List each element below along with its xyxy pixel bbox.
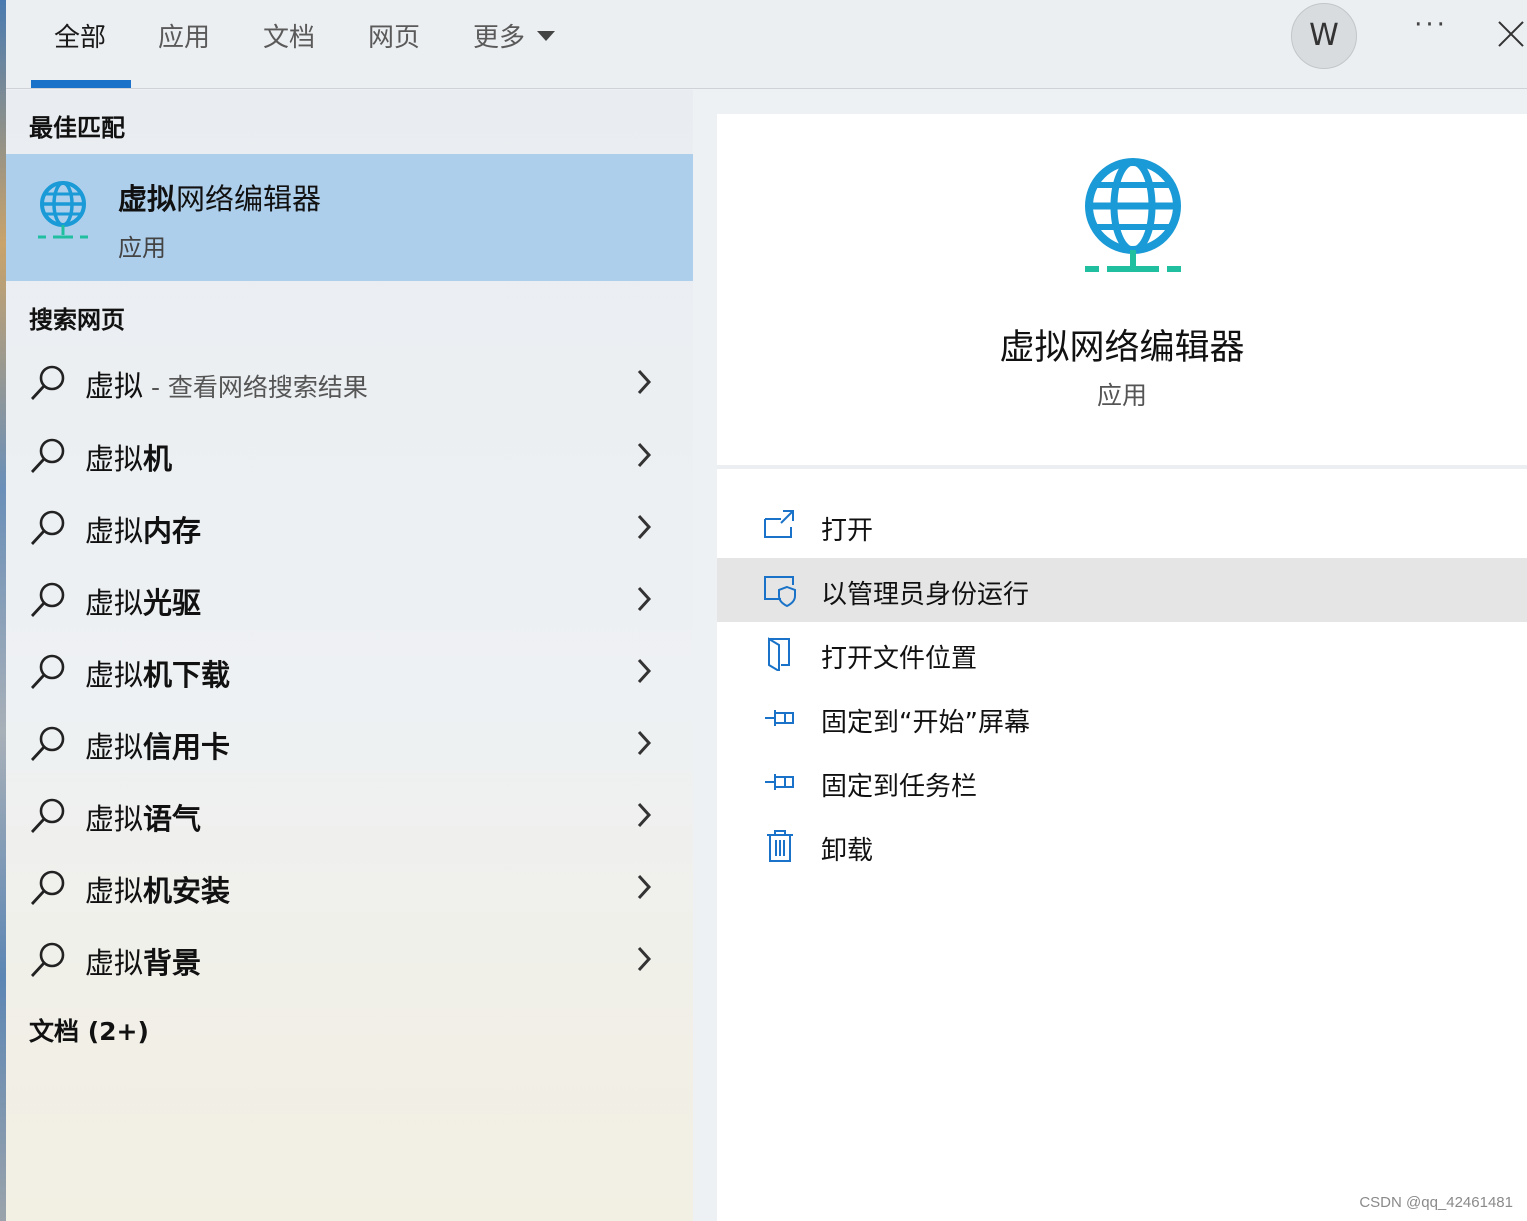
web-result-row[interactable]: 虚拟机: [6, 420, 693, 490]
documents-heading[interactable]: 文档 (2+): [29, 1012, 149, 1048]
pin-to-taskbar-action[interactable]: 固定到任务栏: [717, 750, 1527, 814]
open-window-icon: [764, 510, 794, 538]
web-result-row[interactable]: 虚拟光驱: [6, 564, 693, 634]
tab-documents[interactable]: 文档: [263, 18, 315, 58]
best-match-subtitle: 应用: [118, 234, 166, 262]
search-icon: [30, 798, 65, 833]
web-result-row[interactable]: 虚拟内存: [6, 492, 693, 562]
trash-icon: [767, 830, 793, 862]
pin-icon: [765, 710, 794, 726]
action-label: 打开文件位置: [821, 644, 978, 674]
detail-pane: 虚拟网络编辑器 应用 打开 以管理员身份运行 打开文件位置 固定到“开始”屏幕: [717, 114, 1527, 1221]
chevron-down-icon: [537, 30, 556, 41]
web-result-label: 虚拟背景: [85, 946, 202, 980]
chevron-right-icon: [637, 369, 652, 395]
web-result-label: 虚拟信用卡: [85, 730, 231, 764]
open-file-location-action[interactable]: 打开文件位置: [717, 622, 1527, 686]
search-icon: [30, 510, 65, 545]
web-result-label: 虚拟机下载: [85, 658, 231, 692]
close-icon[interactable]: [1490, 14, 1527, 54]
globe-network-icon: [38, 181, 88, 239]
search-icon: [30, 870, 65, 905]
tab-all[interactable]: 全部: [54, 18, 106, 58]
best-match-title: 虚拟网络编辑器: [118, 182, 322, 216]
open-action[interactable]: 打开: [717, 494, 1527, 558]
web-result-row[interactable]: 虚拟信用卡: [6, 708, 693, 778]
action-label: 卸载: [821, 836, 874, 866]
uninstall-action[interactable]: 卸载: [717, 814, 1527, 878]
search-icon: [30, 942, 65, 977]
web-result-label: 虚拟内存: [85, 514, 202, 548]
web-search-heading: 搜索网页: [29, 306, 125, 334]
app-detail-header: 虚拟网络编辑器 应用: [717, 114, 1527, 464]
search-icon: [30, 654, 65, 689]
tab-more[interactable]: 更多: [473, 18, 556, 58]
chevron-right-icon: [637, 658, 652, 684]
divider: [717, 465, 1527, 469]
tab-more-label: 更多: [473, 23, 526, 53]
action-label: 固定到任务栏: [821, 772, 978, 802]
web-result-label: 虚拟机: [85, 442, 173, 476]
chevron-right-icon: [637, 514, 652, 540]
chevron-right-icon: [637, 586, 652, 612]
chevron-right-icon: [637, 730, 652, 756]
action-label: 固定到“开始”屏幕: [821, 708, 1030, 738]
tab-web[interactable]: 网页: [368, 18, 420, 58]
search-filter-bar: 全部 应用 文档 网页 更多 W ···: [6, 0, 1527, 89]
app-type: 应用: [1096, 381, 1147, 410]
shield-admin-icon: [764, 576, 796, 607]
web-result-row[interactable]: 虚拟机安装: [6, 852, 693, 922]
web-result-row[interactable]: 虚拟机下载: [6, 636, 693, 706]
web-result-row[interactable]: 虚拟语气: [6, 780, 693, 850]
chevron-right-icon: [637, 442, 652, 468]
pin-icon: [765, 774, 794, 790]
folder-location-icon: [768, 637, 790, 671]
chevron-right-icon: [637, 946, 652, 972]
run-as-admin-action[interactable]: 以管理员身份运行: [717, 558, 1527, 622]
chevron-right-icon: [637, 802, 652, 828]
web-result-label: 虚拟光驱: [85, 586, 202, 620]
account-avatar[interactable]: W: [1291, 3, 1357, 69]
web-result-row[interactable]: 虚拟 - 查看网络搜索结果: [6, 347, 693, 417]
app-title: 虚拟网络编辑器: [999, 328, 1245, 368]
globe-network-icon: [1085, 158, 1181, 272]
best-match-heading: 最佳匹配: [29, 114, 125, 142]
chevron-right-icon: [637, 874, 652, 900]
results-pane: 最佳匹配 虚拟网络编辑器 应用 搜索网页 虚拟 - 查看网络搜索结果 虚拟机 虚…: [6, 90, 693, 1221]
watermark: CSDN @qq_42461481: [1359, 1194, 1513, 1211]
more-options-button[interactable]: ···: [1406, 10, 1456, 50]
action-label: 以管理员身份运行: [821, 580, 1030, 610]
web-result-label: 虚拟 - 查看网络搜索结果: [85, 369, 368, 403]
search-icon: [30, 365, 65, 400]
web-result-label: 虚拟语气: [85, 802, 202, 836]
web-result-row[interactable]: 虚拟背景: [6, 924, 693, 994]
search-icon: [30, 726, 65, 761]
web-result-label: 虚拟机安装: [85, 874, 231, 908]
best-match-item[interactable]: 虚拟网络编辑器 应用: [6, 154, 693, 281]
pin-to-start-action[interactable]: 固定到“开始”屏幕: [717, 686, 1527, 750]
search-icon: [30, 582, 65, 617]
action-label: 打开: [821, 516, 874, 546]
search-icon: [30, 438, 65, 473]
active-tab-indicator: [31, 80, 131, 88]
tab-apps[interactable]: 应用: [158, 18, 210, 58]
